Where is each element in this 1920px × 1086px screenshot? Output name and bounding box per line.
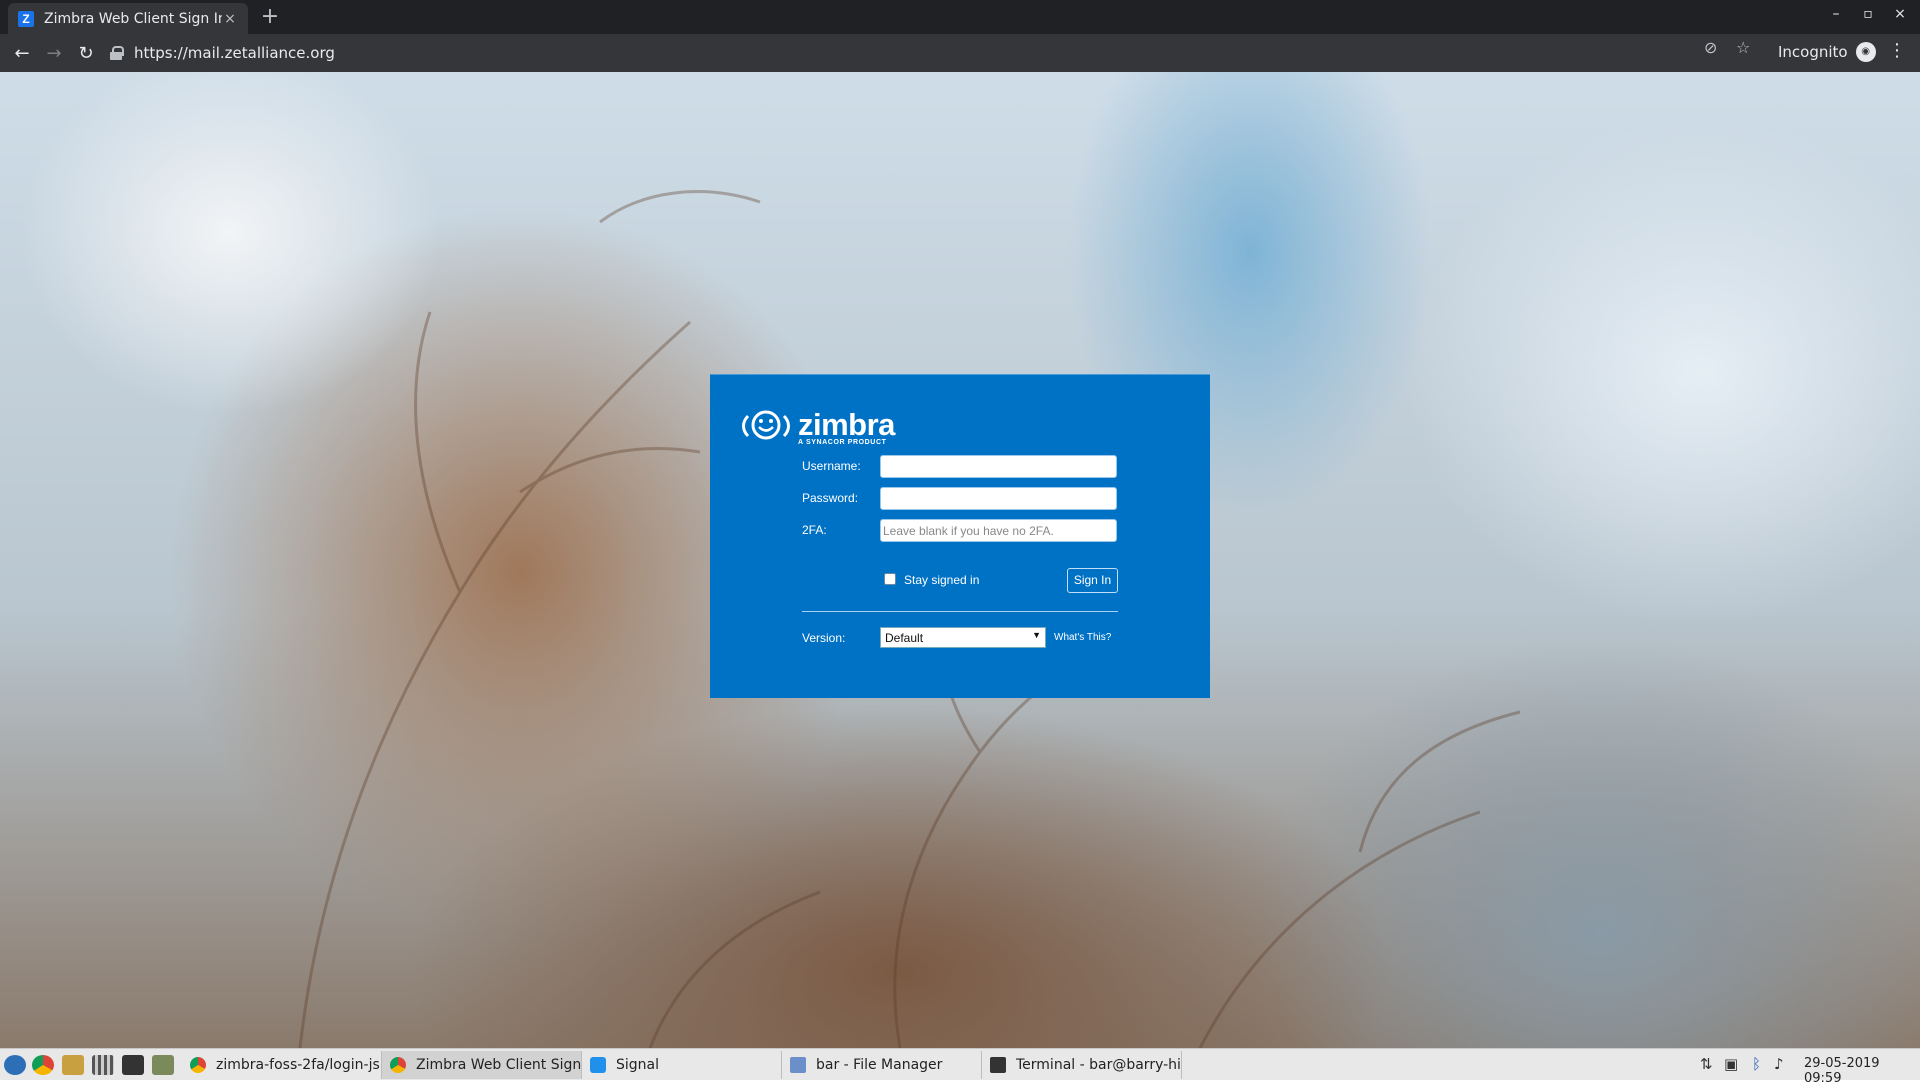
folder-icon	[790, 1057, 806, 1073]
twofa-input[interactable]: Leave blank if you have no 2FA.	[880, 519, 1117, 542]
close-window-button[interactable]: ×	[1888, 6, 1912, 22]
version-label: Version:	[802, 631, 846, 645]
browser-menu-icon[interactable]: ⋮	[1888, 40, 1906, 61]
username-input[interactable]	[880, 455, 1117, 478]
back-arrow-icon[interactable]: ←	[6, 38, 38, 68]
task-label: zimbra-foss-2fa/login-js...	[216, 1057, 382, 1073]
new-tab-button[interactable]: +	[258, 4, 282, 30]
password-label: Password:	[802, 491, 859, 505]
username-label: Username:	[802, 459, 861, 473]
desktop-launcher-icon[interactable]	[152, 1055, 174, 1075]
logo-wordmark: zimbra	[798, 407, 895, 442]
minimize-button[interactable]: –	[1824, 6, 1848, 22]
incognito-indicator[interactable]: Incognito ◉	[1778, 42, 1876, 62]
display-tray-icon[interactable]: ▣	[1724, 1055, 1738, 1073]
taskbar-item-zimbra-signin[interactable]: Zimbra Web Client Sign ...	[382, 1051, 582, 1079]
version-selected-value: Default	[885, 631, 924, 645]
signal-icon	[590, 1057, 606, 1073]
zimbra-smile-icon	[742, 410, 790, 440]
terminal-launcher-icon[interactable]	[122, 1055, 144, 1075]
volume-tray-icon[interactable]: ♪	[1774, 1055, 1784, 1073]
reload-icon[interactable]: ↻	[70, 38, 102, 68]
taskbar-clock[interactable]: 29-05-2019 09:59	[1804, 1056, 1920, 1086]
twofa-label: 2FA:	[802, 523, 827, 537]
task-label: Signal	[616, 1057, 660, 1073]
lock-icon	[110, 46, 124, 60]
footer-copyright	[660, 1008, 1280, 1026]
notes-launcher-icon[interactable]	[62, 1055, 84, 1075]
url-text: https://mail.zetalliance.org	[134, 44, 335, 62]
tab-title: Zimbra Web Client Sign In	[44, 10, 222, 27]
desktop-taskbar: zimbra-foss-2fa/login-js... Zimbra Web C…	[0, 1048, 1920, 1086]
forward-arrow-icon[interactable]: →	[38, 38, 70, 68]
taskbar-item-file-manager[interactable]: bar - File Manager	[782, 1051, 982, 1079]
version-select[interactable]: Default ▼	[880, 627, 1046, 648]
zimbra-logo: zimbra A SYNACOR PRODUCT	[740, 407, 895, 446]
whats-this-link[interactable]: What's This?	[1054, 632, 1111, 643]
chrome-icon	[190, 1057, 206, 1073]
incognito-avatar-icon: ◉	[1855, 42, 1876, 62]
page-background: zimbra A SYNACOR PRODUCT Username: Passw…	[0, 72, 1920, 1048]
stay-signed-in-checkbox[interactable]	[884, 573, 896, 585]
divider	[802, 611, 1118, 612]
chrome-launcher-icon[interactable]	[32, 1055, 54, 1075]
bookmark-star-icon[interactable]: ☆	[1736, 38, 1750, 57]
incognito-label: Incognito	[1778, 43, 1848, 61]
network-tray-icon[interactable]: ⇅	[1700, 1055, 1713, 1073]
login-panel: zimbra A SYNACOR PRODUCT Username: Passw…	[710, 374, 1210, 698]
browser-tab[interactable]: Z Zimbra Web Client Sign In ×	[8, 3, 248, 34]
apps-launcher-icon[interactable]	[92, 1055, 114, 1075]
bluetooth-tray-icon[interactable]: ᛒ	[1752, 1055, 1761, 1073]
logo-subtext: A SYNACOR PRODUCT	[798, 439, 887, 446]
dropdown-arrow-icon: ▼	[1032, 630, 1041, 640]
browser-tab-strip: Z Zimbra Web Client Sign In × + – ▫ ×	[0, 0, 1920, 34]
restore-button[interactable]: ▫	[1856, 6, 1880, 22]
taskbar-item-signal[interactable]: Signal	[582, 1051, 782, 1079]
task-label: bar - File Manager	[816, 1057, 943, 1073]
browser-toolbar: ← → ↻ https://mail.zetalliance.org ⊘ ☆ I…	[0, 34, 1920, 72]
taskbar-item-terminal[interactable]: Terminal - bar@barry-hi...	[982, 1051, 1182, 1079]
password-input[interactable]	[880, 487, 1117, 510]
taskbar-item-zimbra-foss[interactable]: zimbra-foss-2fa/login-js...	[182, 1051, 382, 1079]
chrome-icon	[390, 1057, 406, 1073]
zimbra-favicon-icon: Z	[18, 10, 34, 27]
tracking-blocked-icon[interactable]: ⊘	[1704, 38, 1717, 57]
task-label: Terminal - bar@barry-hi...	[1016, 1057, 1182, 1073]
stay-signed-in-label[interactable]: Stay signed in	[904, 573, 979, 587]
address-bar[interactable]: https://mail.zetalliance.org	[110, 38, 1690, 68]
tab-close-icon[interactable]: ×	[222, 11, 238, 27]
sign-in-button[interactable]: Sign In	[1067, 568, 1118, 593]
fedora-menu-icon[interactable]	[4, 1055, 26, 1075]
terminal-icon	[990, 1057, 1006, 1073]
task-label: Zimbra Web Client Sign ...	[416, 1057, 582, 1073]
